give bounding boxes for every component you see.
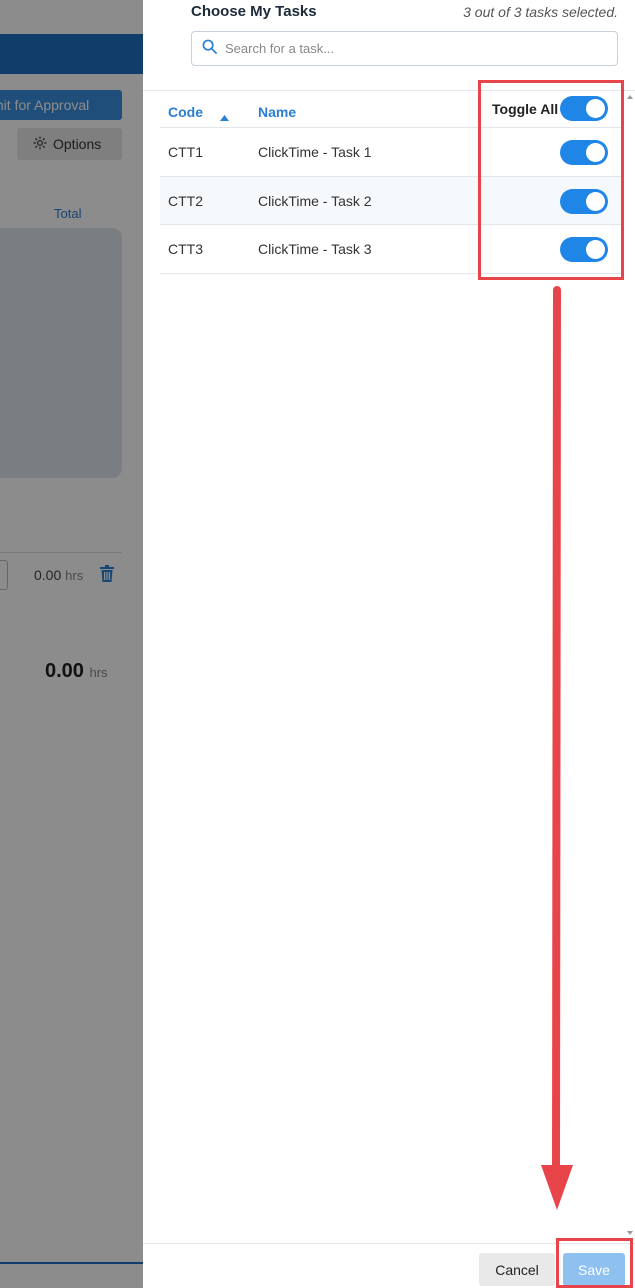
annotation-highlight-toggles — [478, 80, 624, 280]
modal-overlay[interactable] — [0, 0, 143, 1288]
sort-ascending-icon[interactable] — [220, 108, 229, 126]
selection-count: 3 out of 3 tasks selected. — [463, 4, 618, 20]
task-name: ClickTime - Task 3 — [258, 241, 372, 257]
search-icon — [202, 39, 217, 59]
annotation-arrow-icon — [541, 286, 573, 1210]
column-header-code[interactable]: Code — [168, 104, 203, 120]
scrollbar-down-arrow[interactable] — [627, 1231, 633, 1235]
task-code: CTT3 — [168, 241, 203, 257]
task-code: CTT1 — [168, 144, 203, 160]
search-box[interactable] — [191, 31, 618, 66]
search-input[interactable] — [225, 41, 605, 56]
drawer-title: Choose My Tasks — [191, 3, 317, 20]
scrollbar-up-arrow[interactable] — [627, 95, 633, 99]
task-name: ClickTime - Task 1 — [258, 144, 372, 160]
annotation-highlight-save — [556, 1238, 633, 1288]
cancel-button[interactable]: Cancel — [479, 1253, 555, 1286]
column-header-name[interactable]: Name — [258, 104, 296, 120]
task-name: ClickTime - Task 2 — [258, 192, 372, 209]
task-code: CTT2 — [168, 192, 203, 209]
